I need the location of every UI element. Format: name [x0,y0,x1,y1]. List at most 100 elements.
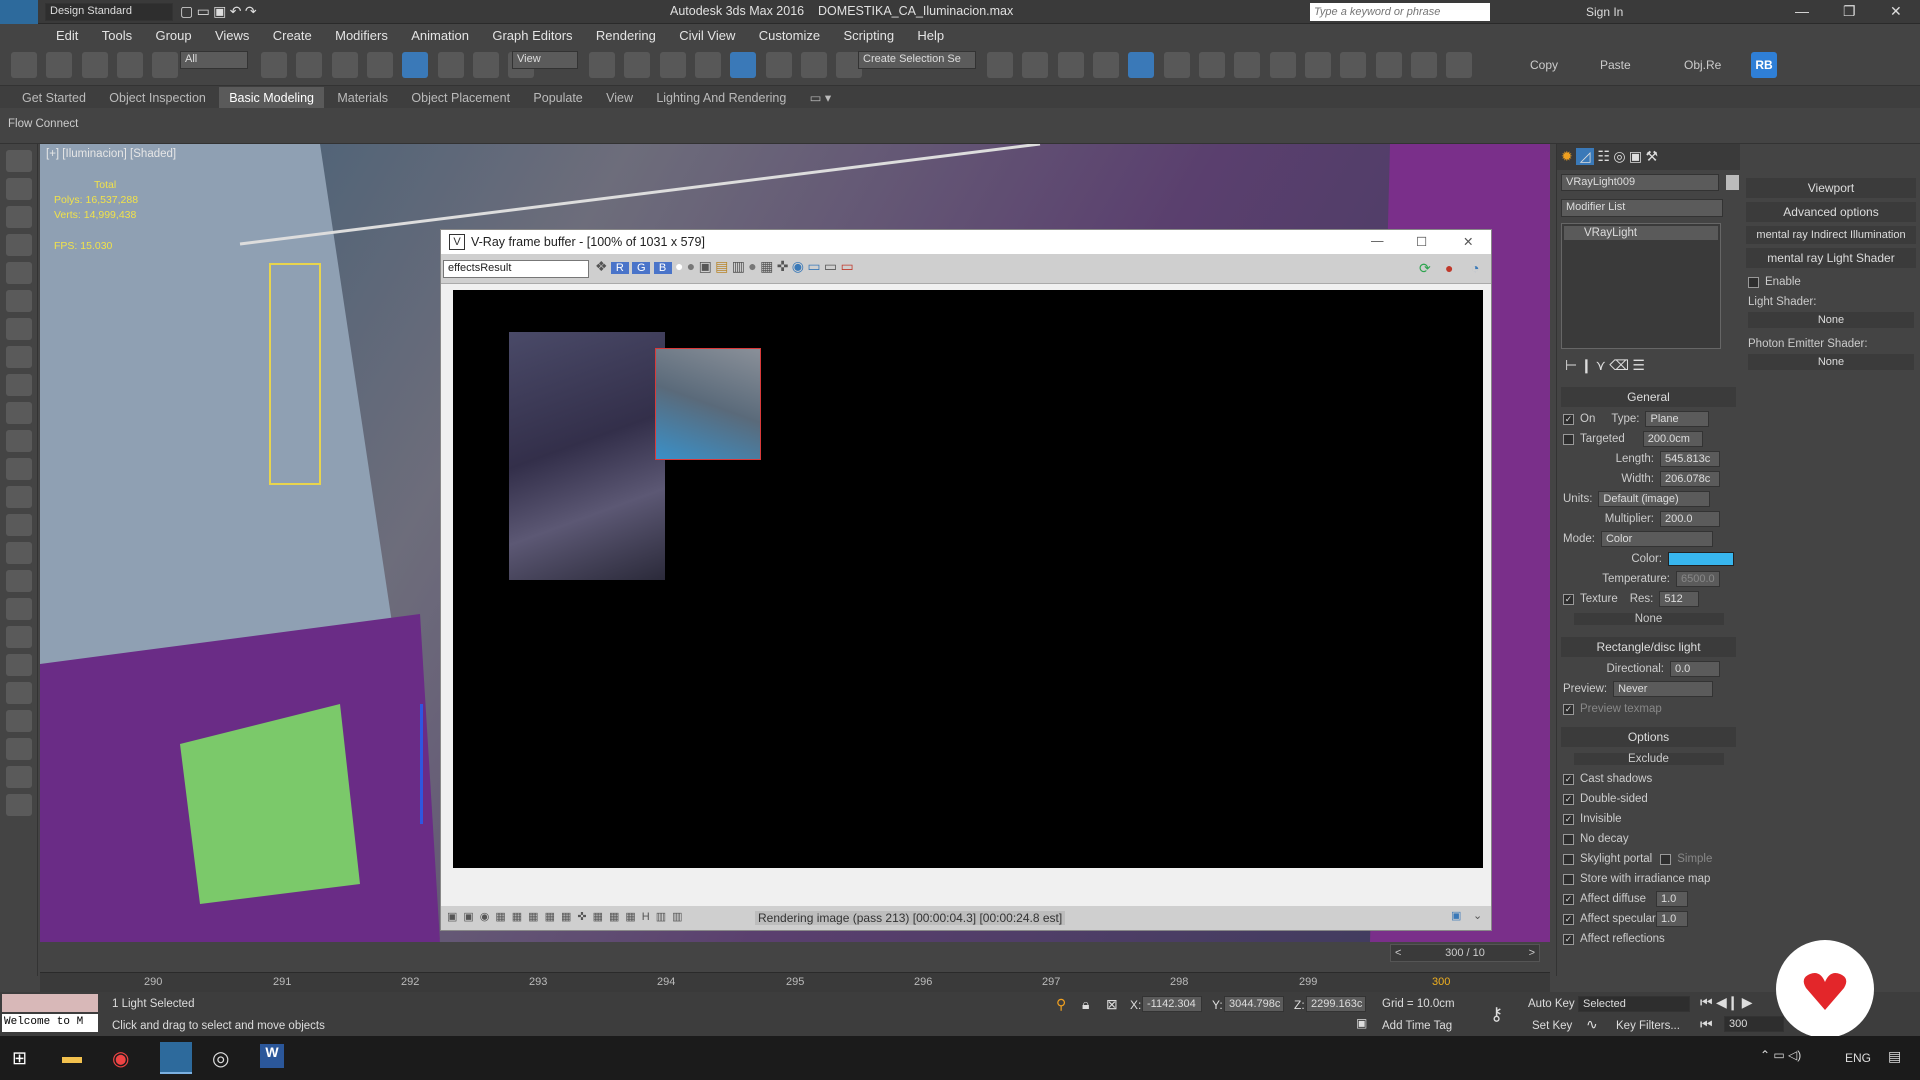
preview-dropdown[interactable]: Never [1613,681,1714,697]
tab-basic-modeling[interactable]: Basic Modeling [219,87,324,109]
keyboard-shortcut-button[interactable] [659,52,686,78]
link-button[interactable] [81,52,108,78]
auto-key-button[interactable]: Auto Key [1528,998,1575,1010]
close-icon[interactable]: ✕ [1890,3,1902,20]
display-tab-icon[interactable]: ▣ [1629,148,1642,165]
layer-explorer-button[interactable] [1057,52,1084,78]
bind-space-warp-button[interactable] [152,52,179,78]
stamp-icon[interactable]: ▭ [840,258,853,275]
obs-icon[interactable]: ◎ [212,1046,229,1071]
graphite-toggle-button[interactable] [1128,52,1155,78]
z-coord-field[interactable]: 2299.163c [1306,996,1366,1012]
select-and-move-button[interactable] [402,52,429,78]
word-icon[interactable]: W [260,1044,284,1068]
modifier-list-dropdown[interactable]: Modifier List [1561,199,1723,217]
menu-help[interactable]: Help [907,24,954,47]
time-slider[interactable]: < 300 / 10 > [1390,944,1540,962]
align-button[interactable] [1022,52,1049,78]
res-field[interactable]: 512 [1659,591,1700,607]
render-production-button[interactable] [1340,52,1367,78]
select-and-scale-button[interactable] [473,52,500,78]
menu-tools[interactable]: Tools [92,24,142,47]
vfb-chevron-down-icon[interactable]: ⌄ [1473,909,1482,922]
maximize-icon[interactable]: ❐ [1843,3,1856,20]
snaps-toggle-button[interactable] [695,52,722,78]
previous-frame-icon[interactable]: ◀❙ [1716,994,1739,1011]
targeted-distance-field[interactable]: 200.0cm [1642,431,1703,447]
photon-emitter-button[interactable]: None [1748,354,1914,370]
stop-render-icon[interactable]: ● [1445,260,1453,276]
save-image-icon[interactable]: ▣ [699,258,712,275]
set-key-button[interactable]: Set Key [1532,1020,1572,1032]
obj-re-button[interactable]: Obj.Re [1684,58,1721,72]
tab-populate[interactable]: Populate [523,87,592,109]
alpha-channel-icon[interactable]: ● [687,258,695,274]
select-and-rotate-button[interactable] [437,52,464,78]
tool-foliage-button[interactable] [6,682,32,704]
create-tab-icon[interactable]: ✹ [1561,148,1573,165]
open-file-icon[interactable]: ▭ [197,3,210,20]
object-name-field[interactable]: VRayLight009 [1561,174,1719,191]
mr-indirect-rollout-header[interactable]: mental ray Indirect Illumination [1746,226,1916,244]
options-rollout-header[interactable]: Options [1561,727,1736,747]
render-channel-dropdown[interactable]: effectsResult [443,260,589,278]
pin-stack-icon[interactable]: ⊢ [1565,357,1577,374]
create-geometry-button[interactable] [6,150,32,172]
tool-particles-button[interactable] [6,570,32,592]
x-coord-field[interactable]: -1142.304 [1142,996,1202,1012]
tool-sun-button[interactable] [6,514,32,536]
make-unique-icon[interactable]: ⋎ [1596,357,1606,374]
invisible-checkbox[interactable]: ✓ [1563,813,1574,825]
width-field[interactable]: 206.078c [1660,471,1720,487]
store-irradiance-checkbox[interactable] [1563,873,1574,885]
workspace-dropdown[interactable]: Design Standard [45,3,173,21]
current-frame-field[interactable]: 300 [1724,1016,1784,1032]
object-color-swatch[interactable] [1726,175,1740,190]
notifications-icon[interactable]: ▤ [1888,1048,1901,1065]
window-crossing-button[interactable] [367,52,394,78]
tab-view[interactable]: View [596,87,643,109]
create-spacewarps-button[interactable] [6,290,32,312]
preview-texmap-checkbox[interactable]: ✓ [1563,703,1574,715]
blue-channel-icon[interactable]: B [653,262,672,274]
cast-shadows-checkbox[interactable]: ✓ [1563,773,1574,785]
angle-snap-button[interactable] [730,52,757,78]
menu-edit[interactable]: Edit [46,24,88,47]
go-to-start-icon[interactable]: ⏮ [1700,994,1713,1011]
double-sided-checkbox[interactable]: ✓ [1563,793,1574,805]
light-shader-button[interactable]: None [1748,312,1914,328]
tool-box-button[interactable] [6,346,32,368]
tool-plane-button[interactable] [6,374,32,396]
time-tag-icon[interactable]: ▣ [1356,1016,1367,1030]
maxscript-listener[interactable] [2,994,98,1012]
tool-paint-button[interactable] [6,598,32,620]
absolute-mode-icon[interactable]: ⊠ [1106,996,1118,1013]
key-icon[interactable]: ⚷ [1490,1004,1503,1025]
texture-checkbox[interactable]: ✓ [1563,593,1574,605]
tool-geosphere-button[interactable] [6,542,32,564]
copy-button[interactable]: Copy [1530,58,1558,72]
new-file-icon[interactable]: ▢ [180,3,193,20]
motion-tab-icon[interactable]: ◎ [1613,148,1625,165]
vfb-expand-icon[interactable]: ▣ [1451,909,1461,922]
schematic-view-button[interactable] [1199,52,1226,78]
history-icon[interactable]: ▦ [760,258,773,275]
units-dropdown[interactable]: Default (image) [1598,491,1711,507]
mode-dropdown[interactable]: Color [1600,531,1713,547]
refresh-icon[interactable]: ⟳ [1419,260,1431,277]
temperature-field[interactable]: 6500.0 [1676,571,1720,587]
tool-cone-button[interactable] [6,486,32,508]
vfb-minimize-icon[interactable]: — [1371,234,1384,248]
rectangle-rollout-header[interactable]: Rectangle/disc light [1561,637,1736,657]
render-canvas[interactable] [453,290,1483,868]
clear-image-icon[interactable]: ▥ [732,258,745,275]
redo-button[interactable] [46,52,73,78]
maxscript-mini-listener[interactable]: Welcome to M [2,1014,98,1032]
selection-filter-dropdown[interactable]: All [180,51,248,69]
isolate-icon[interactable]: ⚲ [1056,996,1066,1013]
y-coord-field[interactable]: 3044.798c [1224,996,1284,1012]
create-cameras-button[interactable] [6,234,32,256]
menu-customize[interactable]: Customize [749,24,830,47]
scene-explorer-button[interactable] [1093,52,1120,78]
curve-editor-button[interactable] [1163,52,1190,78]
